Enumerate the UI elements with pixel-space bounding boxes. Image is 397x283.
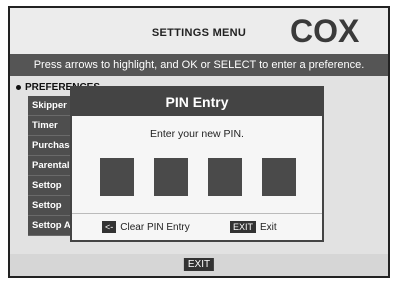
dialog-prompt: Enter your new PIN. — [150, 128, 244, 140]
pin-digit-box[interactable] — [100, 158, 134, 196]
back-arrow-icon: <- — [102, 221, 117, 233]
cox-logo: COX — [290, 14, 360, 48]
exit-button[interactable]: EXIT Exit — [230, 221, 277, 233]
pin-digit-box[interactable] — [208, 158, 242, 196]
clear-pin-label: Clear PIN Entry — [120, 222, 190, 233]
exit-label: Exit — [260, 222, 277, 233]
dialog-footer: <- Clear PIN Entry EXIT Exit — [72, 213, 322, 240]
header: SETTINGS MENU COX — [10, 8, 388, 54]
pin-digit-box[interactable] — [262, 158, 296, 196]
bullet-icon — [16, 84, 21, 90]
pin-digit-box[interactable] — [154, 158, 188, 196]
pin-input-group — [100, 158, 296, 198]
dialog-title: PIN Entry — [72, 88, 322, 116]
exit-key-icon: EXIT — [230, 221, 257, 233]
footer-bar: EXIT — [10, 254, 388, 276]
clear-pin-button[interactable]: <- Clear PIN Entry — [102, 221, 190, 233]
footer-exit-button[interactable]: EXIT — [183, 258, 215, 271]
pin-entry-dialog: PIN Entry Enter your new PIN. <- Clear PI… — [70, 86, 324, 242]
instruction-bar: Press arrows to highlight, and OK or SEL… — [10, 54, 388, 76]
logo-text: COX — [290, 14, 360, 48]
tv-screen: SETTINGS MENU COX Press arrows to highli… — [8, 6, 390, 278]
